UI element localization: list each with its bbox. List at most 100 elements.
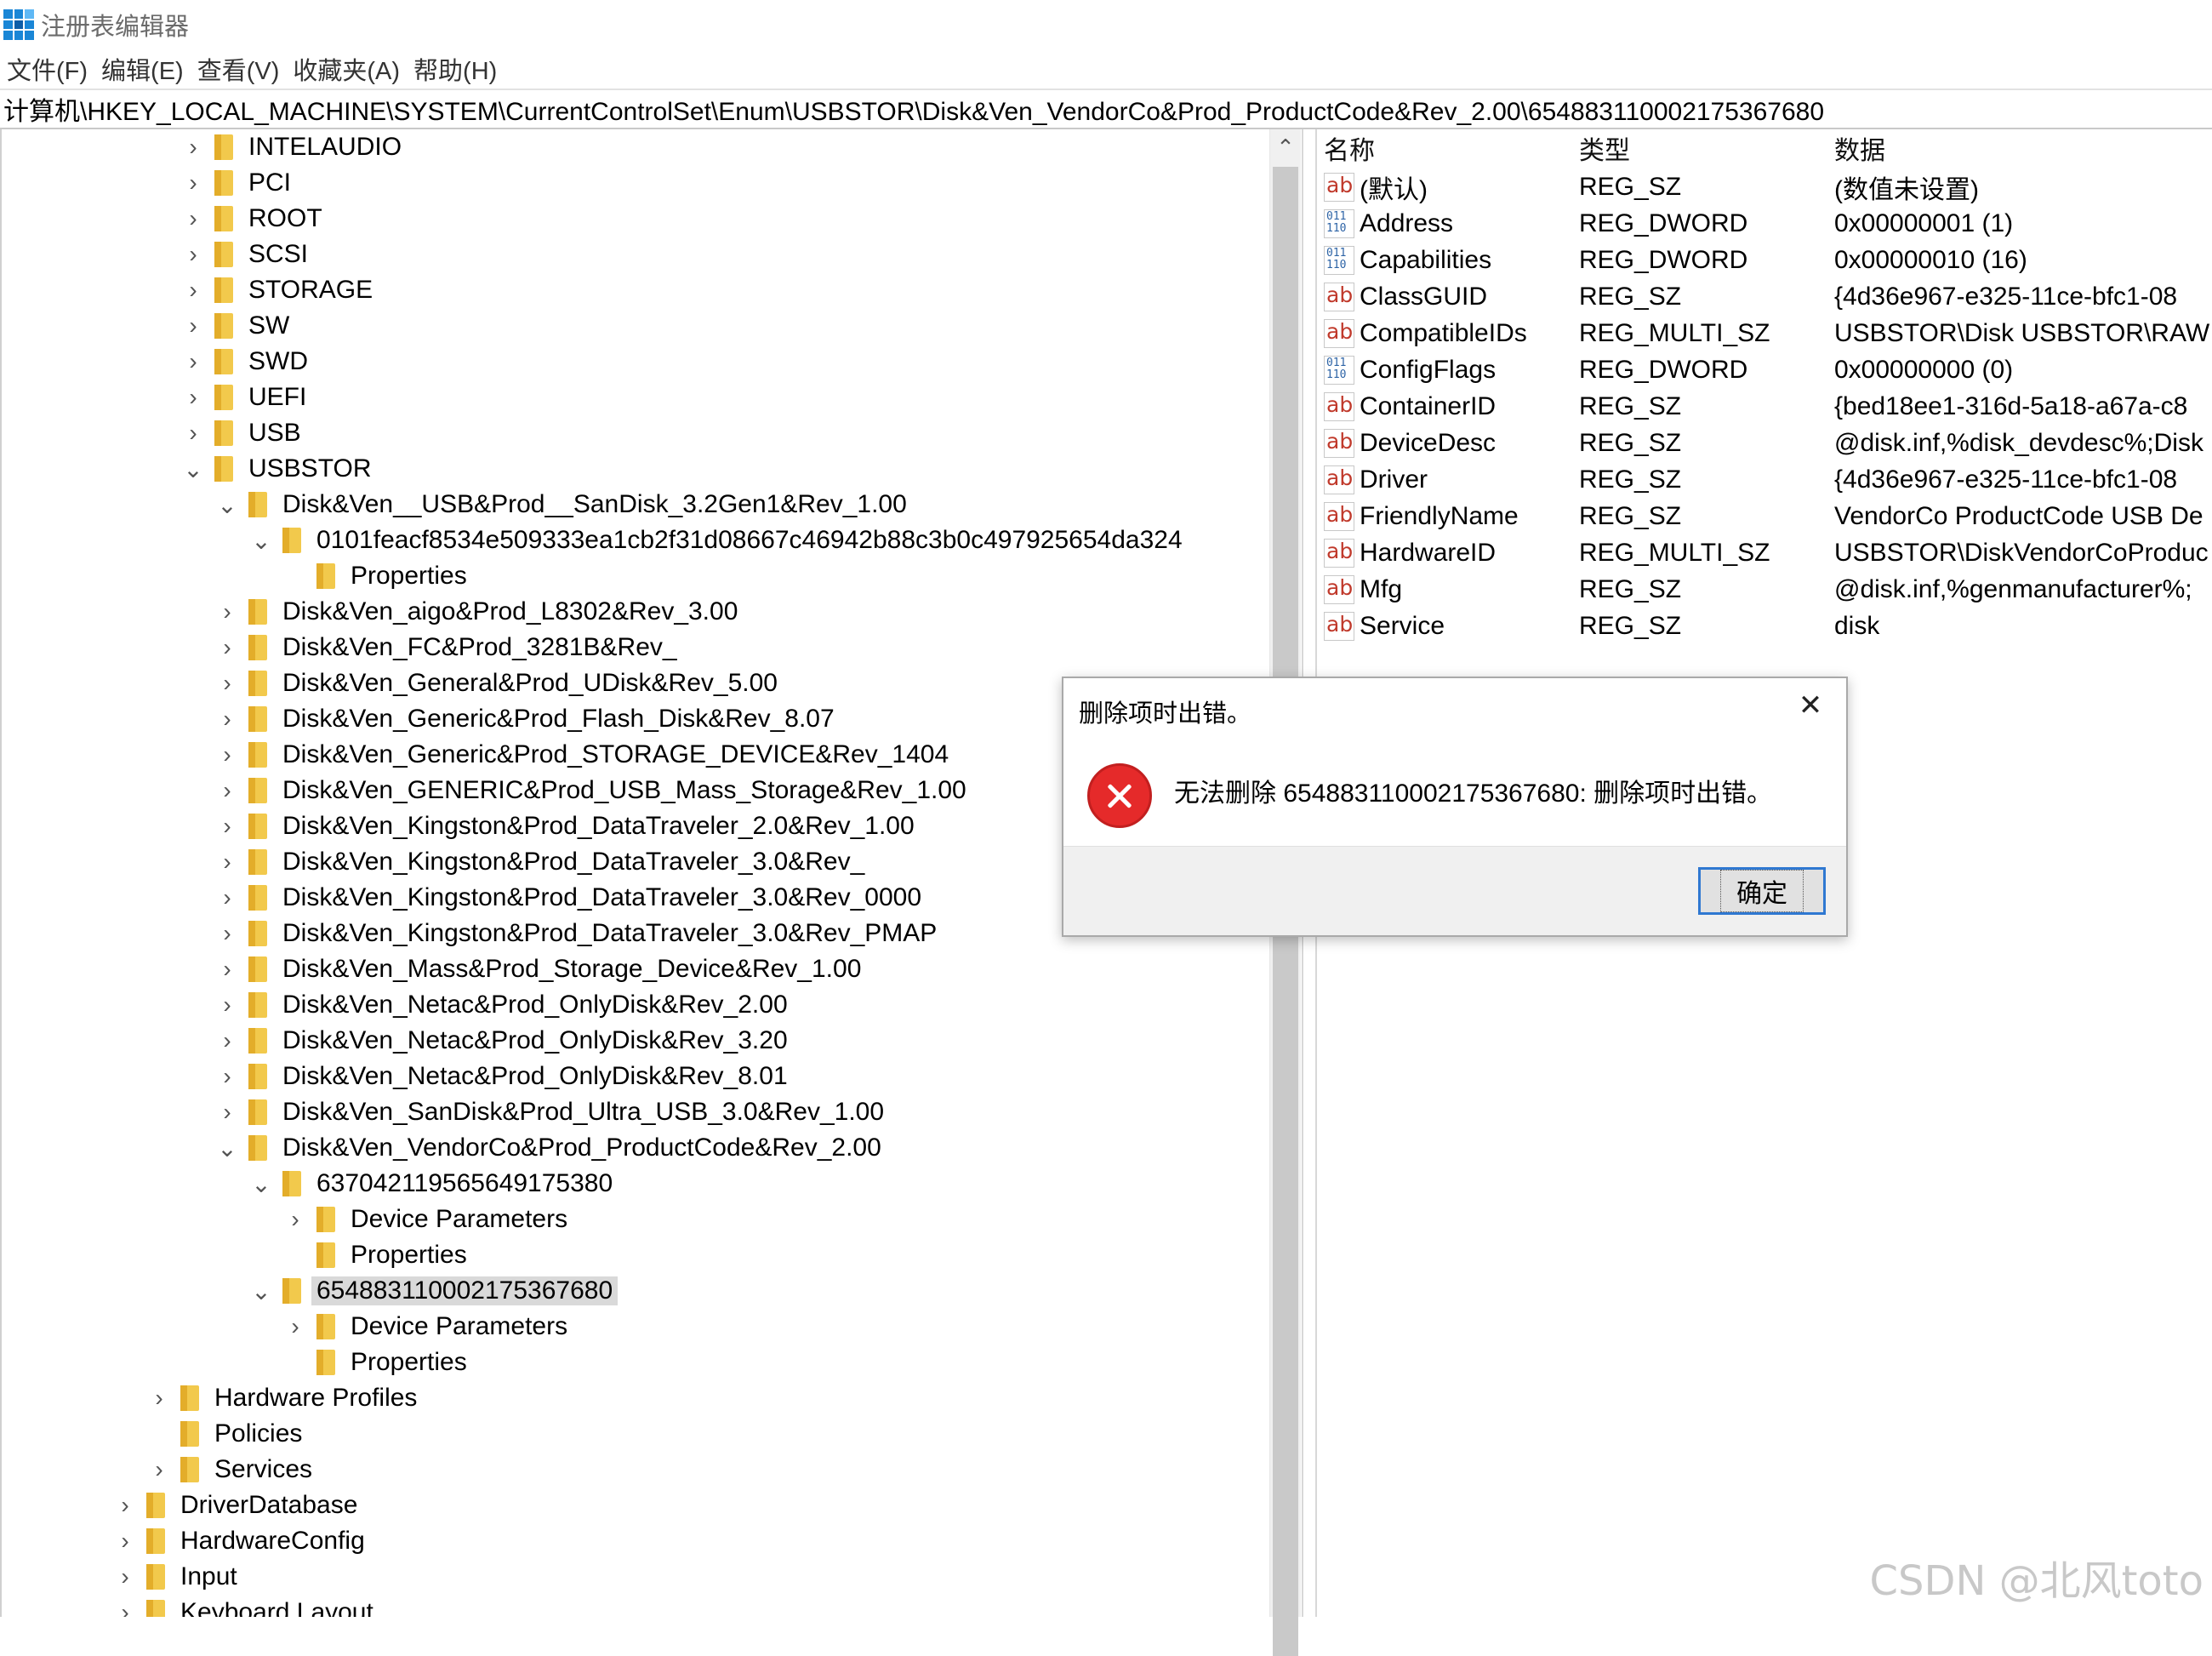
tree-item[interactable]: › HardwareConfig [2, 1523, 1302, 1559]
tree-item[interactable]: › Device Parameters [2, 1309, 1302, 1345]
chevron-right-icon[interactable]: › [180, 312, 206, 339]
tree-item-label: DriverDatabase [180, 1491, 358, 1519]
chevron-right-icon[interactable]: › [112, 1492, 138, 1518]
chevron-right-icon[interactable]: › [146, 1385, 172, 1411]
tree-item[interactable]: › UEFI [2, 380, 1302, 415]
tree-item[interactable]: ›Properties [2, 1345, 1302, 1380]
chevron-down-icon[interactable]: ⌄ [214, 492, 240, 518]
tree-item[interactable]: › SCSI [2, 237, 1302, 272]
chevron-down-icon[interactable]: ⌄ [248, 1278, 274, 1305]
tree-item[interactable]: › Disk&Ven_Mass&Prod_Storage_Device&Rev_1… [2, 951, 1302, 987]
tree-item[interactable]: › SWD [2, 344, 1302, 380]
value-row[interactable]: Mfg REG_SZ @disk.inf,%genmanufacturer%; [1319, 571, 2212, 608]
tree-item[interactable]: › Disk&Ven_Netac&Prod_OnlyDisk&Rev_2.00 [2, 987, 1302, 1023]
tree-item[interactable]: › INTELAUDIO [2, 129, 1302, 165]
chevron-right-icon[interactable]: › [214, 705, 240, 732]
value-row[interactable]: Address REG_DWORD 0x00000001 (1) [1319, 205, 2212, 242]
tree-item[interactable]: › ROOT [2, 201, 1302, 237]
tree-item[interactable]: › SW [2, 308, 1302, 344]
chevron-down-icon[interactable]: ⌄ [180, 456, 206, 483]
column-header-type[interactable]: 类型 [1579, 129, 1630, 167]
tree-item[interactable]: › Disk&Ven_Netac&Prod_OnlyDisk&Rev_8.01 [2, 1059, 1302, 1094]
address-path[interactable]: 计算机\HKEY_LOCAL_MACHINE\SYSTEM\CurrentCon… [3, 90, 1824, 128]
chevron-right-icon[interactable]: › [214, 1063, 240, 1089]
chevron-right-icon[interactable]: › [214, 920, 240, 946]
scroll-up-icon[interactable]: ⌃ [1270, 134, 1301, 160]
tree-item[interactable]: › Keyboard Layout [2, 1595, 1302, 1617]
tree-item[interactable]: › STORAGE [2, 272, 1302, 308]
chevron-right-icon[interactable]: › [112, 1528, 138, 1554]
menu-help[interactable]: 帮助(H) [413, 51, 497, 87]
menu-file[interactable]: 文件(F) [7, 51, 88, 87]
tree-item[interactable]: ⌄ Disk&Ven__USB&Prod__SanDisk_3.2Gen1&Rev… [2, 487, 1302, 522]
value-row[interactable]: Driver REG_SZ {4d36e967-e325-11ce-bfc1-08 [1319, 461, 2212, 498]
tree-item[interactable]: ⌄ USBSTOR [2, 451, 1302, 487]
tree-item[interactable]: ›Properties [2, 558, 1302, 594]
menu-view[interactable]: 查看(V) [197, 51, 280, 87]
value-row[interactable]: ContainerID REG_SZ {bed18ee1-316d-5a18-a67… [1319, 388, 2212, 425]
value-row[interactable]: Service REG_SZ disk [1319, 608, 2212, 644]
tree-item[interactable]: › USB [2, 415, 1302, 451]
value-row[interactable]: FriendlyName REG_SZ VendorCo ProductCode U… [1319, 498, 2212, 534]
chevron-right-icon[interactable]: › [180, 205, 206, 231]
address-bar[interactable]: 计算机\HKEY_LOCAL_MACHINE\SYSTEM\CurrentCon… [0, 89, 2212, 129]
value-row[interactable]: CompatibleIDs REG_MULTI_SZ USBSTOR\Disk US… [1319, 315, 2212, 351]
chevron-right-icon[interactable]: › [180, 241, 206, 267]
tree-item[interactable]: › DriverDatabase [2, 1488, 1302, 1523]
chevron-right-icon[interactable]: › [214, 1027, 240, 1054]
chevron-right-icon[interactable]: › [214, 884, 240, 911]
tree-item[interactable]: › Disk&Ven_SanDisk&Prod_Ultra_USB_3.0&Rev… [2, 1094, 1302, 1130]
menu-edit[interactable]: 编辑(E) [101, 51, 184, 87]
tree-item-label: Disk&Ven_FC&Prod_3281B&Rev_ [282, 633, 677, 661]
value-row[interactable]: DeviceDesc REG_SZ @disk.inf,%disk_devdesc%… [1319, 425, 2212, 461]
chevron-right-icon[interactable]: › [146, 1456, 172, 1482]
tree-item[interactable]: ⌄ 637042119565649175380 [2, 1166, 1302, 1202]
tree-item[interactable]: › Services [2, 1452, 1302, 1488]
tree-item[interactable]: ⌄ Disk&Ven_VendorCo&Prod_ProductCode&Rev_… [2, 1130, 1302, 1166]
value-row[interactable]: Capabilities REG_DWORD 0x00000010 (16) [1319, 242, 2212, 278]
chevron-right-icon[interactable]: › [214, 598, 240, 625]
chevron-right-icon[interactable]: › [180, 384, 206, 410]
chevron-right-icon[interactable]: › [214, 956, 240, 982]
chevron-right-icon[interactable]: › [282, 1206, 308, 1232]
chevron-right-icon[interactable]: › [180, 348, 206, 374]
value-row[interactable]: ClassGUID REG_SZ {4d36e967-e325-11ce-bfc1-… [1319, 278, 2212, 315]
tree-item[interactable]: ›Policies [2, 1416, 1302, 1452]
ok-button[interactable]: 确定 [1698, 867, 1826, 915]
chevron-right-icon[interactable]: › [180, 169, 206, 196]
chevron-right-icon[interactable]: › [214, 813, 240, 839]
chevron-right-icon[interactable]: › [214, 777, 240, 803]
tree-item[interactable]: › Disk&Ven_FC&Prod_3281B&Rev_ [2, 630, 1302, 665]
tree-item[interactable]: › Disk&Ven_aigo&Prod_L8302&Rev_3.00 [2, 594, 1302, 630]
tree-item[interactable]: ›Properties [2, 1237, 1302, 1273]
chevron-down-icon[interactable]: ⌄ [248, 1171, 274, 1197]
tree-item[interactable]: ⌄ 654883110002175367680 [2, 1273, 1302, 1309]
column-header-data[interactable]: 数据 [1834, 129, 1885, 167]
close-icon[interactable]: ✕ [1793, 688, 1827, 722]
chevron-right-icon[interactable]: › [112, 1563, 138, 1590]
tree-item[interactable]: › PCI [2, 165, 1302, 201]
chevron-right-icon[interactable]: › [214, 991, 240, 1018]
chevron-right-icon[interactable]: › [214, 848, 240, 875]
chevron-right-icon[interactable]: › [214, 634, 240, 660]
chevron-right-icon[interactable]: › [180, 134, 206, 160]
value-row[interactable]: (默认) REG_SZ (数值未设置) [1319, 168, 2212, 205]
value-row[interactable]: ConfigFlags REG_DWORD 0x00000000 (0) [1319, 351, 2212, 388]
column-header-name[interactable]: 名称 [1324, 129, 1375, 167]
chevron-down-icon[interactable]: ⌄ [248, 528, 274, 554]
value-row[interactable]: HardwareID REG_MULTI_SZ USBSTOR\DiskVendor… [1319, 534, 2212, 571]
tree-item[interactable]: › Device Parameters [2, 1202, 1302, 1237]
chevron-right-icon[interactable]: › [214, 670, 240, 696]
chevron-right-icon[interactable]: › [282, 1313, 308, 1339]
tree-item[interactable]: › Input [2, 1559, 1302, 1595]
tree-item[interactable]: ⌄ 0101feacf8534e509333ea1cb2f31d08667c469… [2, 522, 1302, 558]
chevron-right-icon[interactable]: › [180, 277, 206, 303]
chevron-down-icon[interactable]: ⌄ [214, 1135, 240, 1162]
chevron-right-icon[interactable]: › [112, 1599, 138, 1617]
menu-favorites[interactable]: 收藏夹(A) [293, 51, 400, 87]
chevron-right-icon[interactable]: › [180, 420, 206, 446]
chevron-right-icon[interactable]: › [214, 1099, 240, 1125]
tree-item[interactable]: › Disk&Ven_Netac&Prod_OnlyDisk&Rev_3.20 [2, 1023, 1302, 1059]
tree-item[interactable]: › Hardware Profiles [2, 1380, 1302, 1416]
chevron-right-icon[interactable]: › [214, 741, 240, 768]
